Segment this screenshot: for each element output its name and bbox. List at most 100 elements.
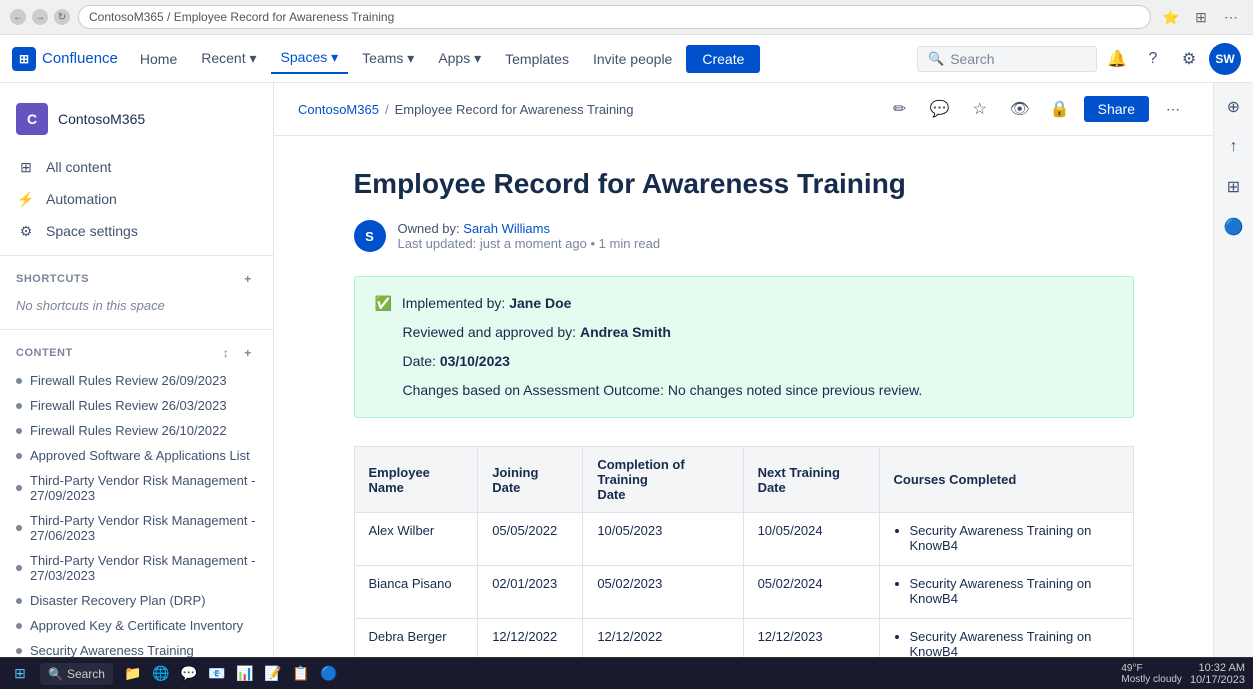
right-panel: ⊕ ↑ ⊞ 🔵: [1213, 83, 1253, 657]
th-next-training: Next Training Date: [743, 447, 879, 513]
sidebar-page-approved-software[interactable]: Approved Software & Applications List: [0, 443, 273, 468]
td-name-alex: Alex Wilber: [354, 513, 478, 566]
taskbar: ⊞ 🔍 Search 📁 🌐 💬 📧 📊 📝 📋 🔵 49°F Mostly c…: [0, 657, 1253, 689]
content-actions: ↕ +: [217, 344, 257, 362]
page-bullet: [16, 485, 22, 491]
breadcrumb-bar: ContosoM365 / Employee Record for Awaren…: [274, 83, 1213, 136]
td-joining-alex: 05/05/2022: [478, 513, 583, 566]
space-settings-icon: ⚙: [16, 221, 36, 241]
td-courses-alex: Security Awareness Training on KnowB4: [879, 513, 1133, 566]
sidebar-item-automation[interactable]: ⚡ Automation: [0, 183, 273, 215]
taskbar-search[interactable]: 🔍 Search: [40, 663, 113, 685]
reviewed-label: Reviewed and approved by:: [403, 324, 577, 340]
more-actions-button[interactable]: ⋯: [1157, 93, 1189, 125]
taskbar-icon-3[interactable]: 💬: [177, 662, 201, 686]
sidebar-main-nav: ⊞ All content ⚡ Automation ⚙ Space setti…: [0, 151, 273, 247]
sidebar-page-drp[interactable]: Disaster Recovery Plan (DRP): [0, 588, 273, 613]
right-panel-btn-3[interactable]: ⊞: [1218, 171, 1250, 203]
th-courses: Courses Completed: [879, 447, 1133, 513]
search-box[interactable]: 🔍 Search: [917, 46, 1097, 72]
star-button[interactable]: ☆: [964, 93, 996, 125]
implemented-label: Implemented by:: [402, 295, 506, 311]
right-panel-btn-4[interactable]: 🔵: [1218, 211, 1250, 243]
sidebar-page-vendor-1[interactable]: Third-Party Vendor Risk Management - 27/…: [0, 468, 273, 508]
sidebar-page-vendor-2[interactable]: Third-Party Vendor Risk Management - 27/…: [0, 508, 273, 548]
taskbar-icon-2[interactable]: 🌐: [149, 662, 173, 686]
nav-item-apps[interactable]: Apps ▾: [428, 44, 491, 73]
browser-url[interactable]: ContosoM365 / Employee Record for Awaren…: [78, 5, 1151, 29]
sidebar-page-approved-key[interactable]: Approved Key & Certificate Inventory: [0, 613, 273, 638]
start-button[interactable]: ⊞: [8, 662, 32, 686]
browser-actions: ⭐ ⊞ ⋯: [1159, 5, 1243, 29]
shortcuts-add-button[interactable]: +: [239, 270, 257, 288]
table-row: Debra Berger 12/12/2022 12/12/2022 12/12…: [354, 619, 1133, 658]
nav-item-templates[interactable]: Templates: [495, 45, 579, 73]
page-label: Disaster Recovery Plan (DRP): [30, 593, 206, 608]
restrict-button[interactable]: 🔒: [1044, 93, 1076, 125]
shortcuts-empty-text: No shortcuts in this space: [0, 294, 273, 321]
page-title: Employee Record for Awareness Training: [354, 168, 1134, 200]
search-icon: 🔍: [928, 51, 944, 67]
forward-button[interactable]: →: [32, 9, 48, 25]
sidebar-page-security-awareness[interactable]: Security Awareness Training: [0, 638, 273, 657]
breadcrumb-space-link[interactable]: ContosoM365: [298, 102, 379, 117]
sidebar-item-space-settings[interactable]: ⚙ Space settings: [0, 215, 273, 247]
nav-item-spaces[interactable]: Spaces ▾: [271, 43, 349, 74]
updated-time: just a moment ago •: [480, 236, 599, 251]
taskbar-icon-5[interactable]: 📊: [233, 662, 257, 686]
right-panel-btn-2[interactable]: ↑: [1218, 131, 1250, 163]
courses-list-alex: Security Awareness Training on KnowB4: [894, 523, 1119, 553]
sidebar-page-firewall-2[interactable]: Firewall Rules Review 26/03/2023: [0, 393, 273, 418]
nav-item-home[interactable]: Home: [130, 45, 187, 73]
sidebar-page-firewall-3[interactable]: Firewall Rules Review 26/10/2022: [0, 418, 273, 443]
help-button[interactable]: ?: [1137, 43, 1169, 75]
page-bullet: [16, 453, 22, 459]
share-button[interactable]: Share: [1084, 96, 1149, 122]
table-row: Alex Wilber 05/05/2022 10/05/2023 10/05/…: [354, 513, 1133, 566]
refresh-button[interactable]: ↻: [54, 9, 70, 25]
info-box-implemented: ✅ Implemented by: Jane Doe: [375, 293, 1113, 314]
comment-button[interactable]: 💬: [924, 93, 956, 125]
taskbar-icon-8[interactable]: 🔵: [317, 662, 341, 686]
settings-button[interactable]: ⚙: [1173, 43, 1205, 75]
extension-btn-2[interactable]: ⊞: [1189, 5, 1213, 29]
edit-button[interactable]: ✏: [884, 93, 916, 125]
url-text: ContosoM365 / Employee Record for Awaren…: [89, 10, 394, 24]
confluence-logo[interactable]: ⊞ Confluence: [12, 47, 118, 71]
watch-button[interactable]: 👁: [1004, 93, 1036, 125]
notification-bell[interactable]: 🔔: [1101, 43, 1133, 75]
td-next-bianca: 05/02/2024: [743, 566, 879, 619]
content-sort-button[interactable]: ↕: [217, 344, 235, 362]
nav-item-teams[interactable]: Teams ▾: [352, 44, 424, 73]
sidebar-page-vendor-3[interactable]: Third-Party Vendor Risk Management - 27/…: [0, 548, 273, 588]
shortcuts-section-header: SHORTCUTS +: [0, 264, 273, 294]
space-icon: C: [16, 103, 48, 135]
sidebar-item-all-content[interactable]: ⊞ All content: [0, 151, 273, 183]
taskbar-icon-7[interactable]: 📋: [289, 662, 313, 686]
content-section-header: CONTENT ↕ +: [0, 338, 273, 368]
sidebar-page-firewall-1[interactable]: Firewall Rules Review 26/09/2023: [0, 368, 273, 393]
page-label: Firewall Rules Review 26/09/2023: [30, 373, 227, 388]
taskbar-icon-1[interactable]: 📁: [121, 662, 145, 686]
back-button[interactable]: ←: [10, 9, 26, 25]
page-label: Security Awareness Training: [30, 643, 194, 657]
taskbar-clock: 10:32 AM 10/17/2023: [1190, 662, 1245, 686]
extension-btn-3[interactable]: ⋯: [1219, 5, 1243, 29]
space-settings-label: Space settings: [46, 223, 138, 239]
automation-label: Automation: [46, 191, 117, 207]
create-button[interactable]: Create: [686, 45, 760, 73]
content-add-button[interactable]: +: [239, 344, 257, 362]
space-header[interactable]: C ContosoM365: [0, 95, 273, 143]
taskbar-icon-4[interactable]: 📧: [205, 662, 229, 686]
td-joining-debra: 12/12/2022: [478, 619, 583, 658]
nav-item-recent[interactable]: Recent ▾: [191, 44, 266, 73]
page-bullet: [16, 525, 22, 531]
extension-btn-1[interactable]: ⭐: [1159, 5, 1183, 29]
breadcrumb-current-page: Employee Record for Awareness Training: [395, 102, 634, 117]
nav-invite-people[interactable]: Invite people: [583, 45, 682, 73]
taskbar-icon-6[interactable]: 📝: [261, 662, 285, 686]
user-avatar[interactable]: SW: [1209, 43, 1241, 75]
info-box-changes: Changes based on Assessment Outcome: No …: [375, 380, 1113, 401]
date-label: Date:: [403, 353, 436, 369]
right-panel-btn-1[interactable]: ⊕: [1218, 91, 1250, 123]
